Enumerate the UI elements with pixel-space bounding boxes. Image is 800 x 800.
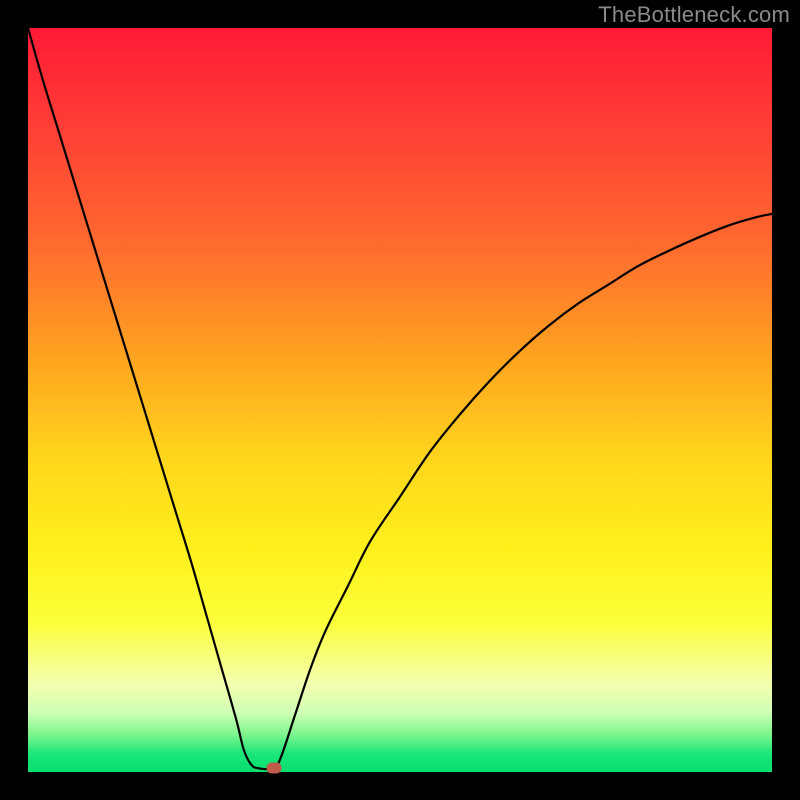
- watermark-text: TheBottleneck.com: [598, 2, 790, 28]
- optimal-marker: [266, 763, 281, 774]
- bottleneck-curve: [28, 28, 772, 772]
- plot-area: [28, 28, 772, 772]
- curve-path: [28, 28, 772, 769]
- chart-frame: TheBottleneck.com: [0, 0, 800, 800]
